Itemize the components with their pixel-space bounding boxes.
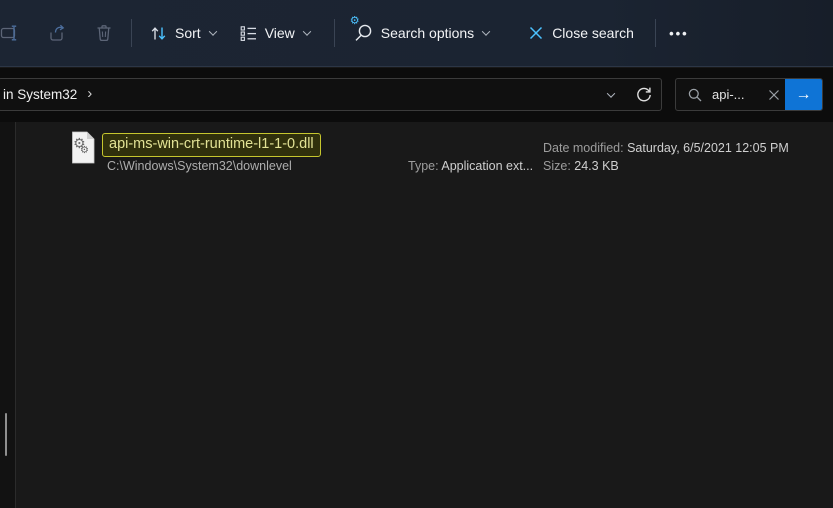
search-input[interactable]: api-... [712,87,745,102]
close-search-button[interactable]: Close search [517,15,644,51]
arrow-right-icon: → [795,85,812,103]
view-label: View [264,25,295,41]
date-value: Saturday, 6/5/2021 12:05 PM [627,141,789,155]
share-button[interactable] [39,15,75,51]
delete-button[interactable] [86,15,122,51]
chevron-down-icon [481,27,491,36]
results-pane: ⚙ ⚙ api-ms-win-crt-runtime-l1-1-0.dll C:… [0,122,833,508]
search-submit-button[interactable]: → [785,79,822,110]
list-view-icon [239,24,258,43]
file-type: Type: Application ext... [408,159,533,173]
delete-icon [94,23,114,43]
sort-arrows-icon [149,24,168,43]
nav-pane-edge [0,122,15,508]
refresh-button[interactable] [631,82,657,108]
breadcrumb[interactable]: in System32 › [0,79,96,110]
file-size: Size: 24.3 KB [543,159,619,173]
type-label: Type: [408,159,439,173]
address-row: in System32 › api-... → [0,68,833,122]
search-box[interactable]: api-... → [675,78,823,111]
clear-x-icon [767,88,781,102]
search-options-button[interactable]: ⚙ Search options [342,15,499,51]
search-options-label: Search options [380,25,475,41]
scrollbar-thumb[interactable] [5,413,7,456]
more-options-button[interactable]: ••• [661,15,697,51]
file-name[interactable]: api-ms-win-crt-runtime-l1-1-0.dll [102,133,321,157]
dll-file-icon: ⚙ ⚙ [70,131,96,164]
ellipsis-icon: ••• [669,25,689,41]
sort-button[interactable]: Sort [139,15,226,51]
rename-icon [0,23,20,43]
view-button[interactable]: View [229,15,320,51]
share-icon [47,23,67,43]
breadcrumb-chevron-icon: › [87,85,93,102]
search-icon [687,87,703,103]
pane-divider[interactable] [15,122,16,508]
refresh-icon [635,86,653,104]
file-result-row[interactable]: ⚙ ⚙ api-ms-win-crt-runtime-l1-1-0.dll C:… [16,122,833,177]
close-search-label: Close search [552,25,634,41]
chevron-down-icon [302,27,312,36]
toolbar-divider [333,19,335,47]
gear-icon: ⚙ [349,15,360,27]
date-label: Date modified: [543,141,624,155]
sort-label: Sort [175,25,201,41]
size-label: Size: [543,159,571,173]
toolbar-divider [654,19,656,47]
gear-icon: ⚙ [80,145,89,156]
toolbar-divider [131,19,132,47]
address-bar[interactable]: in System32 › [0,78,662,111]
chevron-down-icon [208,27,217,36]
address-dropdown-button[interactable] [597,82,623,108]
chevron-down-icon [606,88,616,98]
toolbar: Sort View ⚙ Search options Close search … [0,0,833,67]
close-x-icon [527,24,545,42]
size-value: 24.3 KB [574,159,619,173]
breadcrumb-text: in System32 [3,87,78,102]
rename-button[interactable] [0,15,28,51]
file-path: C:\Windows\System32\downlevel [107,159,292,173]
file-date-modified: Date modified: Saturday, 6/5/2021 12:05 … [543,141,789,155]
clear-search-button[interactable] [763,84,785,106]
search-options-icon: ⚙ [350,16,374,44]
type-value: Application ext... [441,159,534,173]
